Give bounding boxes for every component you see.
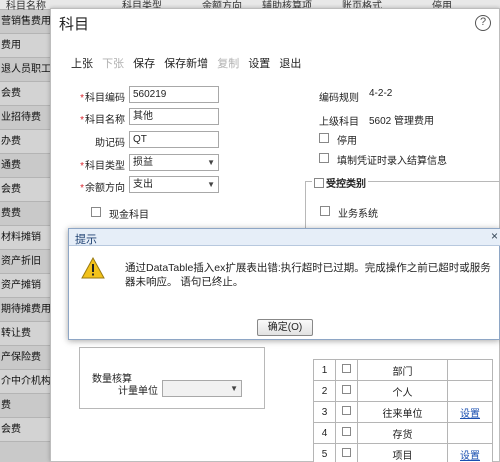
voucher-settle-label: 填制凭证时录入结算信息: [337, 156, 447, 167]
parent-subject-label: 上级科目: [319, 117, 359, 128]
subject-type-select[interactable]: 损益 ▼: [129, 154, 219, 171]
table-row[interactable]: 业招待费: [0, 106, 56, 130]
quantity-accounting-group: 数量核算 计量单位 ▼: [79, 347, 265, 409]
dialog-toolbar: 上张 下张 保存 保存新增 复制 设置 退出: [71, 55, 307, 71]
background-subject-list: 营销售费用 费用 退人员职工 会费 业招待费 办费 通费 会费 费费 材料摊销 …: [0, 10, 56, 462]
business-system-checkbox[interactable]: [320, 206, 330, 216]
table-row[interactable]: 资产折旧: [0, 250, 56, 274]
dialog-title: 科目: [59, 16, 90, 33]
table-row[interactable]: 2 个人: [313, 380, 493, 402]
chevron-down-icon: ▼: [230, 384, 238, 393]
balance-direction-label: *余额方向: [80, 183, 125, 194]
popup-title-bar: 提示 ×: [69, 229, 500, 246]
voucher-settle-checkbox[interactable]: [319, 153, 329, 163]
balance-direction-select[interactable]: 支出 ▼: [129, 176, 219, 193]
table-row[interactable]: 4 存货: [313, 422, 493, 444]
save-button[interactable]: 保存: [133, 55, 155, 71]
subject-code-input[interactable]: 560219: [129, 86, 219, 103]
subject-name-input[interactable]: 其他: [129, 108, 219, 125]
unit-label: 计量单位: [118, 386, 158, 397]
table-row[interactable]: 会费: [0, 418, 56, 442]
table-row[interactable]: 资产摊销: [0, 274, 56, 298]
close-icon[interactable]: ×: [491, 229, 498, 243]
copy-button[interactable]: 复制: [217, 55, 239, 71]
table-row[interactable]: 会费: [0, 178, 56, 202]
control-category-checkbox[interactable]: [314, 178, 324, 188]
table-row[interactable]: 费用: [0, 34, 56, 58]
aux-row-checkbox[interactable]: [335, 443, 358, 462]
ok-button[interactable]: 确定(O): [257, 319, 313, 336]
table-row[interactable]: 会费: [0, 82, 56, 106]
next-button[interactable]: 下张: [102, 55, 124, 71]
popup-title: 提示: [75, 234, 97, 246]
table-row[interactable]: 介中介机构: [0, 370, 56, 394]
table-row[interactable]: 产保险费: [0, 346, 56, 370]
unit-select[interactable]: ▼: [162, 380, 242, 397]
parent-subject-value: 5602 管理费用: [369, 116, 435, 127]
table-row[interactable]: 费: [0, 394, 56, 418]
aux-row-checkbox[interactable]: [335, 359, 358, 381]
prev-button[interactable]: 上张: [71, 55, 93, 71]
help-icon[interactable]: ?: [475, 15, 491, 31]
mnemonic-label: 助记码: [95, 138, 125, 149]
table-row[interactable]: 办费: [0, 130, 56, 154]
cash-subject-label: 现金科目: [109, 210, 149, 221]
control-category-legend: 受控类别: [312, 175, 368, 190]
business-system-label: 业务系统: [338, 209, 378, 220]
chevron-down-icon: ▼: [207, 180, 215, 189]
error-popup: 提示 × 通过DataTable插入ex扩展表出错:执行超时已过期。完成操作之前…: [68, 228, 500, 340]
table-row[interactable]: 期待摊费用: [0, 298, 56, 322]
table-row[interactable]: 5 项目 设置: [313, 443, 493, 462]
table-row[interactable]: 1 部门: [313, 359, 493, 381]
exit-button[interactable]: 退出: [279, 55, 301, 71]
table-row[interactable]: 通费: [0, 154, 56, 178]
popup-message: 通过DataTable插入ex扩展表出错:执行超时已过期。完成操作之前已超时或服…: [125, 262, 491, 288]
table-row[interactable]: 退人员职工: [0, 58, 56, 82]
aux-row-checkbox[interactable]: [335, 422, 358, 444]
aux-accounting-table: 1 部门 2 个人 3 往来单位 设置 4 存货 5 项目 设置: [313, 359, 493, 462]
code-rule-label: 编码规则: [319, 93, 359, 104]
subject-code-label: *科目编码: [80, 93, 125, 104]
settings-button[interactable]: 设置: [248, 55, 270, 71]
warning-icon: [81, 257, 105, 279]
disabled-label: 停用: [337, 136, 357, 147]
subject-type-label: *科目类型: [80, 161, 125, 172]
table-row[interactable]: 3 往来单位 设置: [313, 401, 493, 423]
aux-row-checkbox[interactable]: [335, 380, 358, 402]
code-rule-value: 4-2-2: [369, 88, 393, 99]
chevron-down-icon: ▼: [207, 158, 215, 167]
aux-settings-link[interactable]: 设置: [447, 401, 493, 423]
aux-settings-link[interactable]: 设置: [447, 443, 493, 462]
table-row[interactable]: 转让费: [0, 322, 56, 346]
aux-row-checkbox[interactable]: [335, 401, 358, 423]
cash-subject-checkbox[interactable]: [91, 207, 101, 217]
table-row[interactable]: 营销售费用: [0, 10, 56, 34]
disabled-checkbox[interactable]: [319, 133, 329, 143]
table-row[interactable]: 费费: [0, 202, 56, 226]
table-row[interactable]: 材料摊销: [0, 226, 56, 250]
save-new-button[interactable]: 保存新增: [164, 55, 208, 71]
subject-name-label: *科目名称: [80, 115, 125, 126]
mnemonic-input[interactable]: QT: [129, 131, 219, 148]
